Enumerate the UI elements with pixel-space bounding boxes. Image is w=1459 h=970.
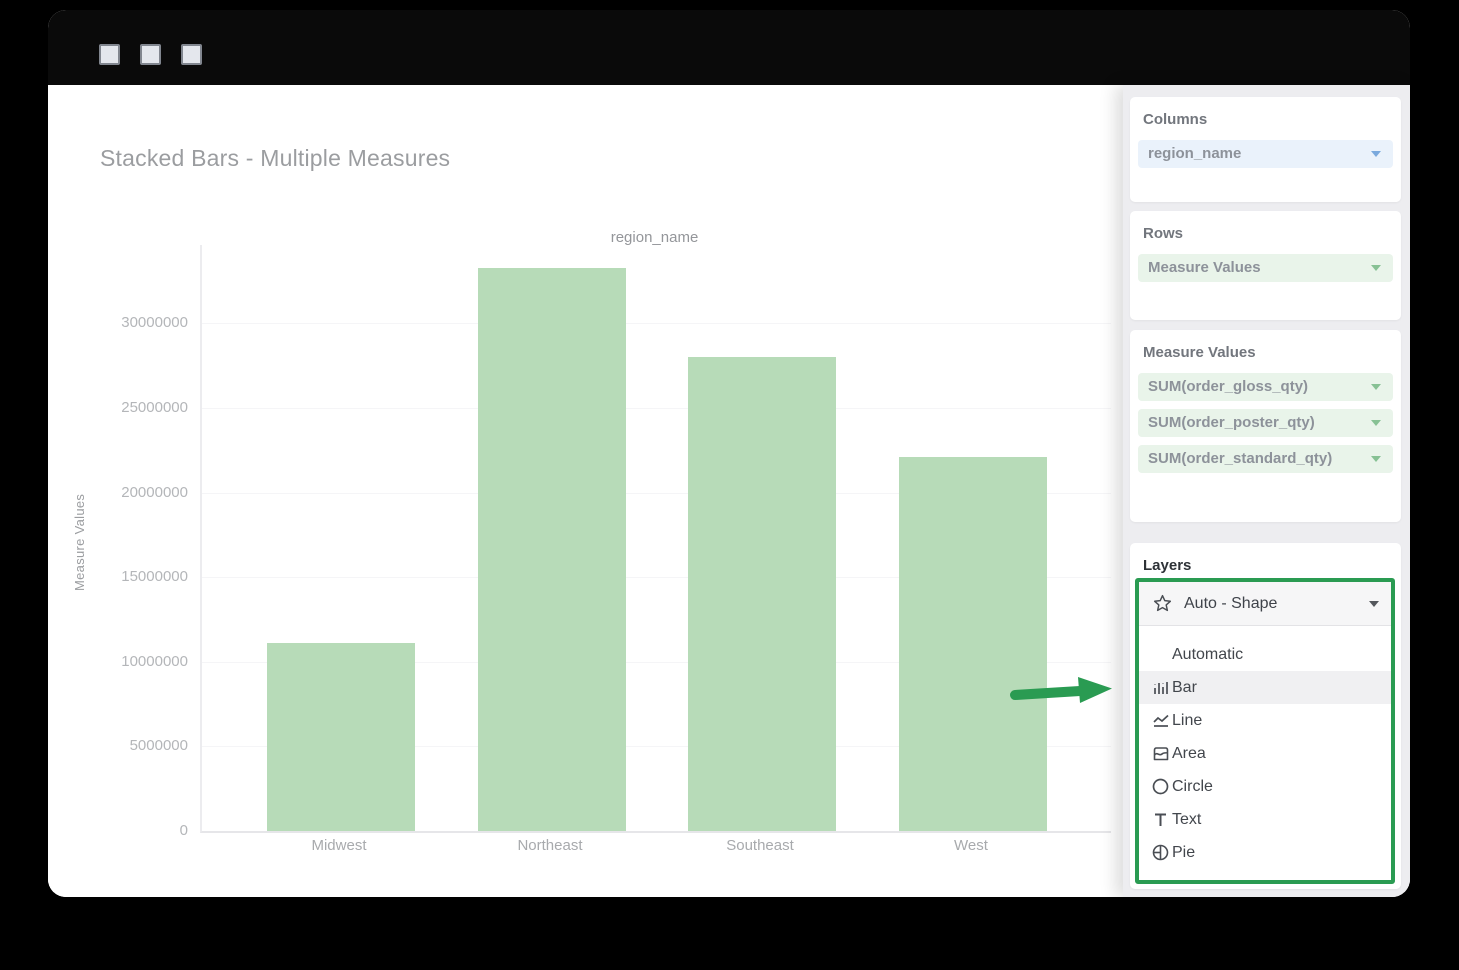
chevron-down-icon	[1371, 265, 1381, 271]
gridline	[202, 408, 1111, 409]
y-tick-label: 5000000	[48, 737, 188, 754]
x-tick-label: Northeast	[465, 837, 635, 854]
x-tick-label: Southeast	[675, 837, 845, 854]
settings-sidebar: Columns region_name Rows Measure Values …	[1123, 85, 1410, 897]
chevron-down-icon	[1371, 151, 1381, 157]
window-titlebar	[48, 10, 1410, 85]
menu-item-text[interactable]: Text	[1139, 803, 1391, 836]
pill-sum-order-standard-qty[interactable]: SUM(order_standard_qty)	[1138, 445, 1393, 473]
layers-card: Layers Auto - Shape Automatic Bar Line Area…	[1130, 543, 1401, 889]
shape-dropdown: Auto - Shape Automatic Bar Line Area Circle T…	[1135, 578, 1395, 884]
rows-card: Rows Measure Values	[1130, 211, 1401, 320]
measure-values-header: Measure Values	[1130, 330, 1401, 361]
chevron-down-icon	[1369, 601, 1379, 607]
measure-values-card: Measure Values SUM(order_gloss_qty) SUM(…	[1130, 330, 1401, 522]
app-window: Stacked Bars - Multiple Measures region_…	[48, 10, 1410, 897]
pill-label: SUM(order_standard_qty)	[1148, 450, 1332, 467]
chart-title: Stacked Bars - Multiple Measures	[100, 145, 450, 172]
app-content: Stacked Bars - Multiple Measures region_…	[48, 85, 1410, 897]
pill-label: region_name	[1148, 145, 1241, 162]
y-tick-label: 10000000	[48, 653, 188, 670]
pill-label: Measure Values	[1148, 259, 1261, 276]
menu-item-bar[interactable]: Bar	[1139, 671, 1391, 704]
pill-label: SUM(order_gloss_qty)	[1148, 378, 1308, 395]
plot-area	[200, 245, 1111, 833]
star-icon	[1151, 594, 1174, 613]
line-icon	[1149, 711, 1172, 730]
columns-card: Columns region_name	[1130, 97, 1401, 202]
menu-item-label: Line	[1172, 712, 1202, 730]
rows-header: Rows	[1130, 211, 1401, 242]
bar-west[interactable]	[899, 457, 1047, 831]
bar-midwest[interactable]	[267, 643, 415, 831]
y-tick-label: 30000000	[48, 314, 188, 331]
y-tick-label: 15000000	[48, 568, 188, 585]
menu-item-label: Area	[1172, 745, 1206, 763]
window-control-square[interactable]	[140, 44, 161, 65]
shape-selector[interactable]: Auto - Shape	[1139, 582, 1391, 626]
pill-sum-order-poster-qty[interactable]: SUM(order_poster_qty)	[1138, 409, 1393, 437]
menu-item-area[interactable]: Area	[1139, 737, 1391, 770]
bar-icon	[1149, 678, 1172, 697]
menu-item-label: Automatic	[1172, 646, 1243, 664]
x-tick-label: Midwest	[254, 837, 424, 854]
menu-item-automatic[interactable]: Automatic	[1139, 638, 1391, 671]
y-tick-label: 20000000	[48, 484, 188, 501]
pill-measure-values[interactable]: Measure Values	[1138, 254, 1393, 282]
pill-region-name[interactable]: region_name	[1138, 140, 1393, 168]
text-icon	[1149, 810, 1172, 829]
window-control-square[interactable]	[99, 44, 120, 65]
gridline	[202, 323, 1111, 324]
pill-sum-order-gloss-qty[interactable]: SUM(order_gloss_qty)	[1138, 373, 1393, 401]
pill-label: SUM(order_poster_qty)	[1148, 414, 1315, 431]
bar-southeast[interactable]	[688, 357, 836, 831]
circle-icon	[1149, 777, 1172, 796]
menu-item-circle[interactable]: Circle	[1139, 770, 1391, 803]
area-icon	[1149, 744, 1172, 763]
chevron-down-icon	[1371, 456, 1381, 462]
columns-header: Columns	[1130, 97, 1401, 128]
y-tick-label: 0	[48, 822, 188, 839]
chevron-down-icon	[1371, 420, 1381, 426]
menu-item-line[interactable]: Line	[1139, 704, 1391, 737]
menu-item-label: Pie	[1172, 844, 1195, 862]
bar-northeast[interactable]	[478, 268, 626, 831]
menu-item-label: Bar	[1172, 679, 1197, 697]
window-control-square[interactable]	[181, 44, 202, 65]
pie-icon	[1149, 843, 1172, 862]
y-tick-label: 25000000	[48, 399, 188, 416]
x-axis-title: region_name	[200, 229, 1109, 246]
menu-item-pie[interactable]: Pie	[1139, 836, 1391, 869]
y-axis-title: Measure Values	[72, 457, 87, 627]
layers-header: Layers	[1130, 543, 1401, 574]
menu-item-label: Text	[1172, 811, 1201, 829]
menu-item-label: Circle	[1172, 778, 1213, 796]
shape-menu: Automatic Bar Line Area Circle Text Pie	[1139, 626, 1391, 875]
chevron-down-icon	[1371, 384, 1381, 390]
shape-selector-label: Auto - Shape	[1184, 595, 1277, 613]
annotation-arrow	[1006, 672, 1118, 708]
chart-canvas: Stacked Bars - Multiple Measures region_…	[48, 85, 1123, 897]
x-tick-label: West	[886, 837, 1056, 854]
